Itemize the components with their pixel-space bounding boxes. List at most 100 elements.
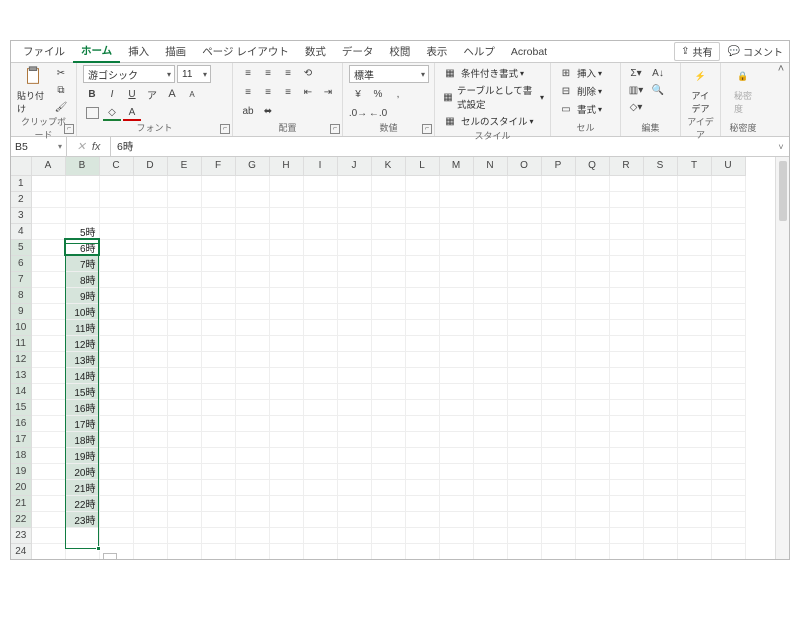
cell[interactable] [405,351,439,367]
cell-styles-button[interactable]: ▦セルのスタイル▾ [441,113,534,129]
cell[interactable] [167,511,201,527]
row-header[interactable]: 5 [11,239,31,255]
cell[interactable]: 15時 [65,383,99,399]
row-header[interactable]: 15 [11,399,31,415]
cell[interactable] [133,255,167,271]
column-header[interactable]: D [133,157,167,175]
cell[interactable] [473,447,507,463]
tab-view[interactable]: 表示 [418,41,455,62]
cell[interactable] [31,447,65,463]
cell[interactable] [439,399,473,415]
cell[interactable] [677,463,711,479]
cell[interactable] [439,191,473,207]
cell[interactable] [167,399,201,415]
cell[interactable] [31,527,65,543]
cell[interactable] [473,303,507,319]
cell[interactable] [507,463,541,479]
cell[interactable] [643,543,677,559]
cell[interactable] [473,543,507,559]
cell[interactable] [31,399,65,415]
cell[interactable] [711,351,745,367]
column-header[interactable]: K [371,157,405,175]
cell[interactable] [133,383,167,399]
cell[interactable] [575,319,609,335]
cell[interactable] [269,255,303,271]
cell[interactable] [133,399,167,415]
row-header[interactable]: 11 [11,335,31,351]
cell[interactable] [711,303,745,319]
cell[interactable] [201,191,235,207]
cell[interactable] [711,271,745,287]
cell[interactable] [303,303,337,319]
cell[interactable] [133,335,167,351]
cell[interactable] [201,415,235,431]
cell[interactable] [31,207,65,223]
cell[interactable] [677,431,711,447]
dialog-launcher-icon[interactable]: ⌐ [220,124,230,134]
cell[interactable] [371,463,405,479]
cell[interactable] [575,175,609,191]
cell[interactable] [439,463,473,479]
cell[interactable] [609,303,643,319]
row-header[interactable]: 21 [11,495,31,511]
cell[interactable] [303,479,337,495]
tab-review[interactable]: 校閲 [381,41,418,62]
cell[interactable] [609,543,643,559]
row-header[interactable]: 2 [11,191,31,207]
cell[interactable] [643,191,677,207]
cell[interactable] [371,399,405,415]
cell[interactable] [507,191,541,207]
cell[interactable] [677,319,711,335]
cell[interactable] [541,239,575,255]
cell[interactable] [473,175,507,191]
row-header[interactable]: 6 [11,255,31,271]
cell[interactable] [677,511,711,527]
cell[interactable]: 12時 [65,335,99,351]
cell[interactable] [541,303,575,319]
cell[interactable] [31,239,65,255]
cell[interactable] [439,447,473,463]
select-all-corner[interactable] [11,157,31,175]
cell[interactable] [201,383,235,399]
row-header[interactable]: 14 [11,383,31,399]
cell[interactable] [609,319,643,335]
column-header[interactable]: N [473,157,507,175]
cell[interactable] [575,191,609,207]
cell[interactable] [133,495,167,511]
tab-insert[interactable]: 挿入 [120,41,157,62]
fx-icon[interactable]: fx [92,141,101,153]
cell[interactable] [643,447,677,463]
cell[interactable] [541,255,575,271]
vertical-scrollbar[interactable] [775,157,789,559]
cell[interactable] [405,335,439,351]
orientation-button[interactable]: ⟲ [299,65,317,81]
cell[interactable] [405,175,439,191]
align-center-button[interactable]: ≡ [259,84,277,100]
find-select-button[interactable]: 🔍 [649,82,667,98]
cell[interactable] [133,527,167,543]
cell[interactable] [473,255,507,271]
cell[interactable] [235,271,269,287]
cell[interactable] [439,175,473,191]
cell[interactable] [167,463,201,479]
cell[interactable] [439,367,473,383]
cell[interactable] [167,255,201,271]
cell[interactable] [31,271,65,287]
cell[interactable] [507,415,541,431]
cell[interactable] [575,415,609,431]
border-button[interactable] [83,105,101,121]
row-header[interactable]: 7 [11,271,31,287]
font-size-combo[interactable]: 11 [177,65,211,83]
cell[interactable]: 16時 [65,399,99,415]
cell[interactable] [609,287,643,303]
cell[interactable]: 18時 [65,431,99,447]
cell[interactable] [235,223,269,239]
cell[interactable] [507,207,541,223]
cell[interactable] [473,271,507,287]
cell[interactable] [303,335,337,351]
cell[interactable] [643,207,677,223]
format-cells-button[interactable]: ▭書式▾ [557,101,602,117]
cell[interactable] [99,175,133,191]
expand-formula-bar-button[interactable]: ˅ [773,142,789,152]
cell[interactable] [473,367,507,383]
